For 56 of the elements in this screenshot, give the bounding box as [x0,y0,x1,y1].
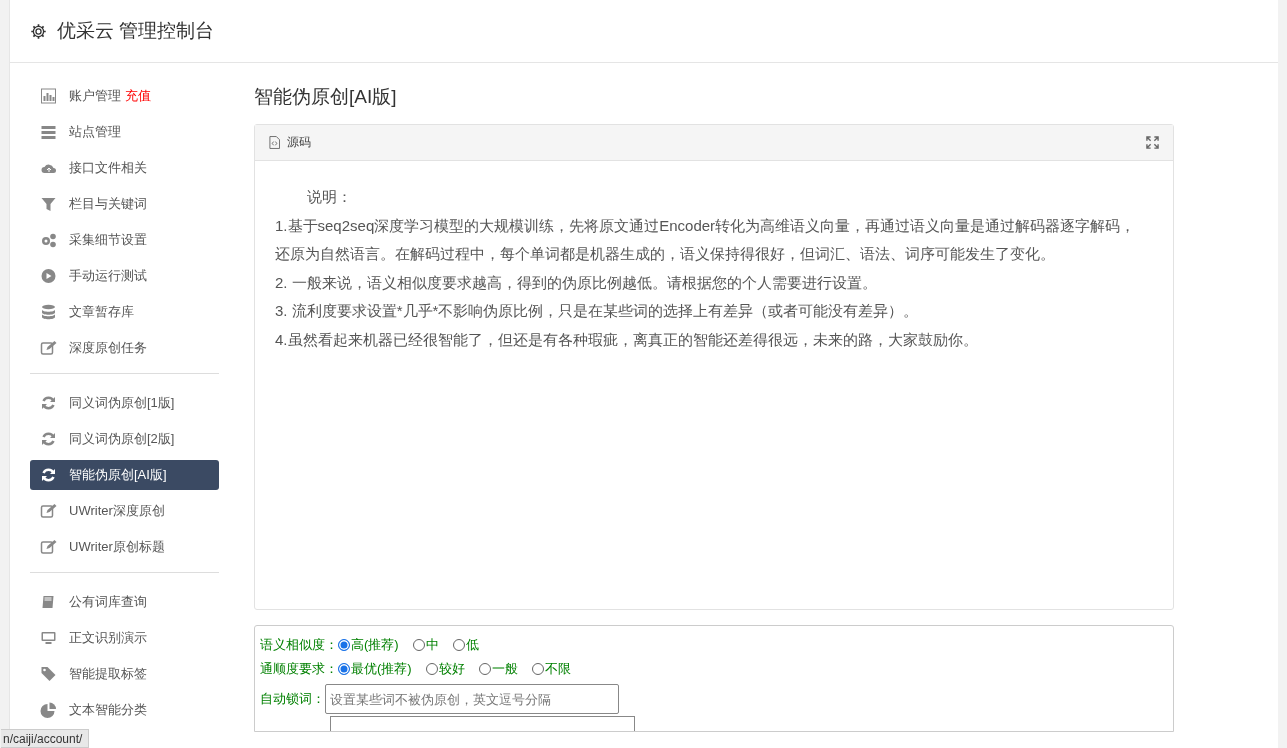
edit-icon [40,340,57,356]
sidebar-item[interactable]: 栏目与关键词 [30,189,219,219]
radio-option[interactable]: 不限 [531,660,571,678]
sidebar-item[interactable]: 站点管理 [30,117,219,147]
description-heading: 说明： [306,187,353,207]
sidebar-item[interactable]: 采集细节设置 [30,225,219,255]
radio-option[interactable]: 中 [412,636,439,654]
description-line: 4.虽然看起来机器已经很智能了，但还是有各种瑕疵，离真正的智能还差得很远，未来的路，大家鼓励你。 [275,329,979,350]
sync-icon [40,467,57,483]
play-icon [40,268,57,284]
edit-icon [40,539,57,555]
sync-icon [40,431,57,447]
sidebar-item[interactable]: 同义词伪原创[1版] [30,388,219,418]
sidebar-item[interactable]: 文章暂存库 [30,297,219,327]
fullscreen-icon[interactable] [1146,136,1159,149]
sidebar-item[interactable]: 接口文件相关 [30,153,219,183]
sidebar-item[interactable]: 账户管理 充值 [30,81,219,111]
status-url: n/caiji/account/ [1,729,90,748]
page-title: 智能伪原创[AI版] [254,85,398,108]
input-field[interactable]: 设置某些词不被伪原创，英文逗号分隔 [325,684,619,714]
radio-option[interactable]: 最优(推荐) [338,660,412,678]
option-label: 语义相似度： [260,636,338,654]
gears-icon [40,232,57,248]
option-label: 自动锁词： [260,690,325,708]
radio-option[interactable]: 高(推荐) [338,636,399,654]
sidebar-item[interactable]: 智能伪原创[AI版] [30,460,219,490]
description-line: 3. 流利度要求设置*几乎*不影响伪原比例，只是在某些词的选择上有差异（或者可能没有差异）。 [275,301,920,321]
sidebar-item[interactable]: UWriter深度原创 [30,496,219,526]
sync-icon [40,395,57,411]
description-line: 2. 一般来说，语义相似度要求越高，得到的伪原比例越低。请根据您的个人需要进行设置。 [275,272,878,293]
server-icon [40,124,57,140]
sidebar-item[interactable]: 同义词伪原创[2版] [30,424,219,454]
sidebar-item[interactable]: UWriter原创标题 [30,532,219,562]
edit-icon [40,503,57,519]
source-tab[interactable]: 源码 [269,134,311,151]
code-file-icon [269,136,280,149]
description-line: 1.基于seq2seq深度学习模型的大规模训练，先将原文通过Encoder转化为高维语义向量，再通过语义向量是通过解码器逐字解码，还原为自然语言。在解码过程中，每个单词都是机器生成的，语义保持得很好，但词汇、语法、词序可能发生了变化。 [275,215,1137,264]
chart-icon [40,88,57,104]
option-label: 通顺度要求： [260,660,338,678]
sidebar-item[interactable]: 文本智能分类 [30,695,219,725]
settings-icon [30,22,47,40]
sidebar-item[interactable]: 手动运行测试 [30,261,219,291]
sidebar-item[interactable]: 公有词库查询 [30,587,219,617]
radio-option[interactable]: 较好 [425,660,465,678]
radio-option[interactable]: 一般 [478,660,518,678]
pie-chart-icon [40,702,57,718]
sidebar-item[interactable]: 深度原创任务 [30,333,219,363]
sidebar-item[interactable]: 正文识别演示 [30,623,219,653]
monitor-icon [40,630,57,646]
filter-icon [40,196,57,212]
sidebar-item[interactable]: 智能提取标签 [30,659,219,689]
tag-icon [40,666,57,682]
recharge-link[interactable]: 充值 [125,87,151,105]
radio-option[interactable]: 低 [452,636,479,654]
console-title: 优采云 管理控制台 [57,19,215,43]
database-icon [40,304,57,320]
